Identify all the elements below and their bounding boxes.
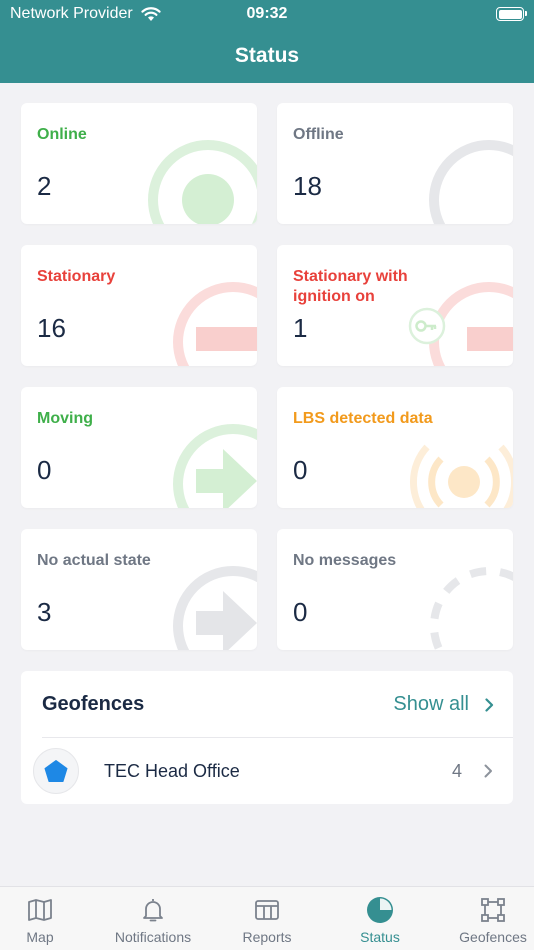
tab-label: Reports: [242, 929, 292, 945]
pentagon-icon: [44, 760, 68, 782]
status-card-stationary[interactable]: Stationary 16: [21, 245, 257, 366]
map-icon: [28, 899, 52, 921]
geofence-icon: [481, 898, 505, 922]
geofence-unit-count: 4: [451, 761, 462, 781]
status-card-moving[interactable]: Moving 0: [21, 387, 257, 508]
tab-notifications[interactable]: Notifications: [100, 887, 206, 950]
signal-broadcast-icon: [410, 444, 513, 508]
card-count: 18: [293, 171, 322, 201]
geofence-avatar: [33, 748, 79, 794]
tab-label: Geofences: [459, 929, 527, 945]
offline-circle-icon: [429, 140, 513, 224]
card-count: 0: [293, 597, 308, 627]
tab-geofences[interactable]: Geofences: [440, 887, 534, 950]
status-card-stationary-ignition[interactable]: Stationary with ignition on 1: [277, 245, 513, 366]
status-card-no-messages[interactable]: No messages 0: [277, 529, 513, 650]
chevron-right-icon: [485, 697, 494, 712]
tab-label: Status: [360, 929, 400, 945]
tab-label: Notifications: [114, 929, 192, 945]
bell-icon: [143, 899, 163, 922]
battery-icon: [496, 7, 527, 21]
status-card-lbs[interactable]: LBS detected data 0: [277, 387, 513, 508]
geofences-panel: Geofences Show all TEC Head Office 4: [21, 671, 513, 804]
table-icon: [255, 900, 279, 920]
tab-label: Map: [26, 929, 54, 945]
show-all-button[interactable]: Show all: [393, 693, 494, 716]
status-bar: Network Provider 09:32: [0, 0, 534, 28]
card-count: 1: [293, 313, 308, 343]
card-count: 0: [293, 455, 308, 485]
tab-map[interactable]: Map: [0, 887, 93, 950]
ignition-key-icon: [408, 282, 513, 366]
status-card-offline[interactable]: Offline 18: [277, 103, 513, 224]
card-count: 3: [37, 597, 52, 627]
app-header: Network Provider 09:32 Status: [0, 0, 534, 83]
clock: 09:32: [246, 5, 288, 22]
status-card-online[interactable]: Online 2: [21, 103, 257, 224]
show-all-label: Show all: [393, 693, 469, 715]
pie-icon: [367, 897, 393, 923]
dashed-circle-icon: [430, 567, 513, 650]
card-count: 2: [37, 171, 52, 201]
geofence-list-item[interactable]: TEC Head Office 4: [21, 738, 513, 804]
geofences-title: Geofences: [42, 693, 145, 715]
page-title: Status: [234, 44, 300, 67]
arrow-right-icon: [173, 424, 257, 508]
tab-reports[interactable]: Reports: [214, 887, 320, 950]
tab-status[interactable]: Status: [327, 887, 433, 950]
card-count: 16: [37, 313, 66, 343]
card-count: 0: [37, 455, 52, 485]
tab-bar: Map Notifications Reports Status Geofenc…: [0, 886, 534, 950]
online-circle-icon: [148, 140, 257, 224]
geofence-name: TEC Head Office: [104, 761, 240, 781]
status-card-no-state[interactable]: No actual state 3: [21, 529, 257, 650]
chevron-right-icon: [484, 764, 492, 778]
stop-icon: [173, 282, 257, 366]
arrow-right-gray-icon: [173, 566, 257, 650]
